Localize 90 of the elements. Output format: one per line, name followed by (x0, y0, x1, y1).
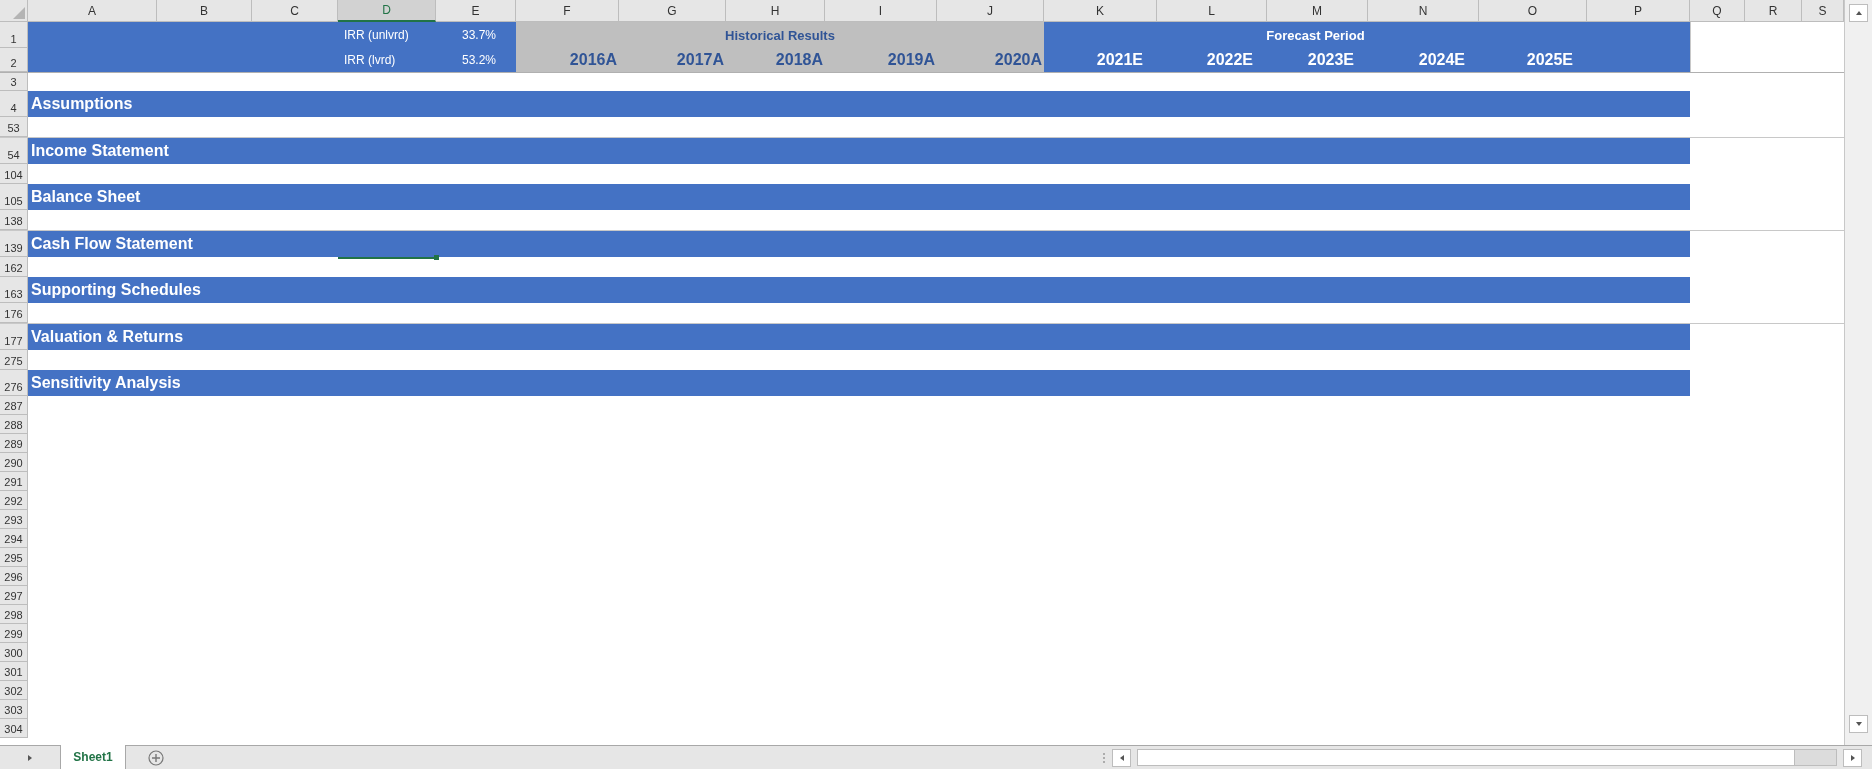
year-label: 2025E (1525, 50, 1574, 70)
column-header[interactable]: K (1044, 0, 1157, 22)
row-number[interactable]: 138 (0, 210, 28, 230)
row-number[interactable]: 54 (0, 138, 28, 164)
section-title-bar: Cash Flow Statement (28, 231, 1690, 257)
scroll-left-button[interactable] (1112, 748, 1131, 767)
column-header[interactable]: J (937, 0, 1044, 22)
row-number[interactable]: 294 (0, 529, 28, 548)
year-label: 2023E (1306, 50, 1355, 70)
column-header[interactable]: C (252, 0, 338, 22)
row-number[interactable]: 105 (0, 184, 28, 210)
column-header[interactable]: F (516, 0, 619, 22)
section-title-bar: Supporting Schedules (28, 277, 1690, 303)
row-number[interactable]: 298 (0, 605, 28, 624)
year-label: 2019A (886, 50, 936, 70)
row-number[interactable]: 300 (0, 643, 28, 662)
column-header[interactable]: P (1587, 0, 1690, 22)
sheet-nav-arrow-icon (26, 753, 34, 762)
column-header[interactable]: R (1745, 0, 1802, 22)
row-number[interactable]: 302 (0, 681, 28, 700)
row-number[interactable]: 139 (0, 231, 28, 257)
section-title-bar: Income Statement (28, 138, 1690, 164)
row-number[interactable]: 303 (0, 700, 28, 719)
year-label: 2024E (1417, 50, 1466, 70)
corner-triangle-icon (13, 7, 25, 19)
row-number[interactable]: 276 (0, 370, 28, 396)
column-header[interactable]: S (1802, 0, 1844, 22)
column-header[interactable]: A (28, 0, 157, 22)
row-number[interactable]: 290 (0, 453, 28, 472)
row-number[interactable]: 275 (0, 350, 28, 370)
caret-down-icon (1854, 720, 1863, 728)
year-label: 2021E (1095, 50, 1144, 70)
year-label: 2016A (568, 50, 618, 70)
column-header[interactable]: N (1368, 0, 1479, 22)
scroll-right-button[interactable] (1843, 748, 1862, 767)
column-header[interactable]: B (157, 0, 252, 22)
metric-value: 33.7% (460, 27, 497, 44)
row-number[interactable]: 53 (0, 117, 28, 137)
caret-up-icon (1854, 9, 1863, 17)
scroll-down-button[interactable] (1849, 715, 1868, 733)
section-title-bar: Valuation & Returns (28, 324, 1690, 350)
row-number[interactable]: 293 (0, 510, 28, 529)
column-header[interactable]: M (1267, 0, 1368, 22)
row-number[interactable]: 177 (0, 324, 28, 350)
row-number[interactable]: 287 (0, 396, 28, 415)
section-title-bar: Sensitivity Analysis (28, 370, 1690, 396)
metric-value: 53.2% (460, 52, 497, 69)
row-number[interactable]: 289 (0, 434, 28, 453)
column-header[interactable]: I (825, 0, 937, 22)
row-number[interactable]: 1 (0, 22, 28, 48)
row-number[interactable]: 297 (0, 586, 28, 605)
scroll-up-button[interactable] (1849, 4, 1868, 22)
year-label: 2017A (675, 50, 725, 70)
column-header[interactable]: D (338, 0, 436, 22)
row-number[interactable]: 292 (0, 491, 28, 510)
metric-label: IRR (unlvrd) (343, 27, 410, 44)
row-number[interactable]: 163 (0, 277, 28, 303)
column-header[interactable]: Q (1690, 0, 1745, 22)
section-title-bar: Assumptions (28, 91, 1690, 117)
horizontal-scrollbar[interactable] (1137, 749, 1837, 766)
metric-label: IRR (lvrd) (343, 52, 397, 69)
year-label: 2022E (1205, 50, 1254, 70)
column-header[interactable]: E (436, 0, 516, 22)
row-number[interactable]: 104 (0, 164, 28, 184)
row-number[interactable]: 4 (0, 91, 28, 117)
column-header[interactable]: L (1157, 0, 1267, 22)
caret-right-icon (1848, 753, 1857, 762)
row-number[interactable]: 3 (0, 73, 28, 91)
column-header[interactable]: O (1479, 0, 1587, 22)
row-number[interactable]: 299 (0, 624, 28, 643)
row-number[interactable]: 162 (0, 257, 28, 277)
row-number[interactable]: 296 (0, 567, 28, 586)
row-number[interactable]: 291 (0, 472, 28, 491)
row-number[interactable]: 2 (0, 48, 28, 72)
year-label: 2018A (774, 50, 824, 70)
column-header[interactable]: H (726, 0, 825, 22)
forecast-title: Forecast Period (1265, 26, 1366, 45)
row-number[interactable]: 301 (0, 662, 28, 681)
section-title-bar: Balance Sheet (28, 184, 1690, 210)
row-number[interactable]: 288 (0, 415, 28, 434)
row-number[interactable]: 176 (0, 303, 28, 323)
add-sheet-icon[interactable] (148, 749, 164, 766)
vertical-scrollbar[interactable] (1844, 0, 1872, 745)
year-label: 2020A (993, 50, 1043, 70)
column-header[interactable]: G (619, 0, 726, 22)
sheet-tab[interactable]: Sheet1 (60, 745, 126, 769)
row-number[interactable]: 295 (0, 548, 28, 567)
splitter-dots-icon[interactable] (1102, 751, 1106, 764)
row-number[interactable]: 304 (0, 719, 28, 738)
historical-title: Historical Results (724, 26, 836, 45)
